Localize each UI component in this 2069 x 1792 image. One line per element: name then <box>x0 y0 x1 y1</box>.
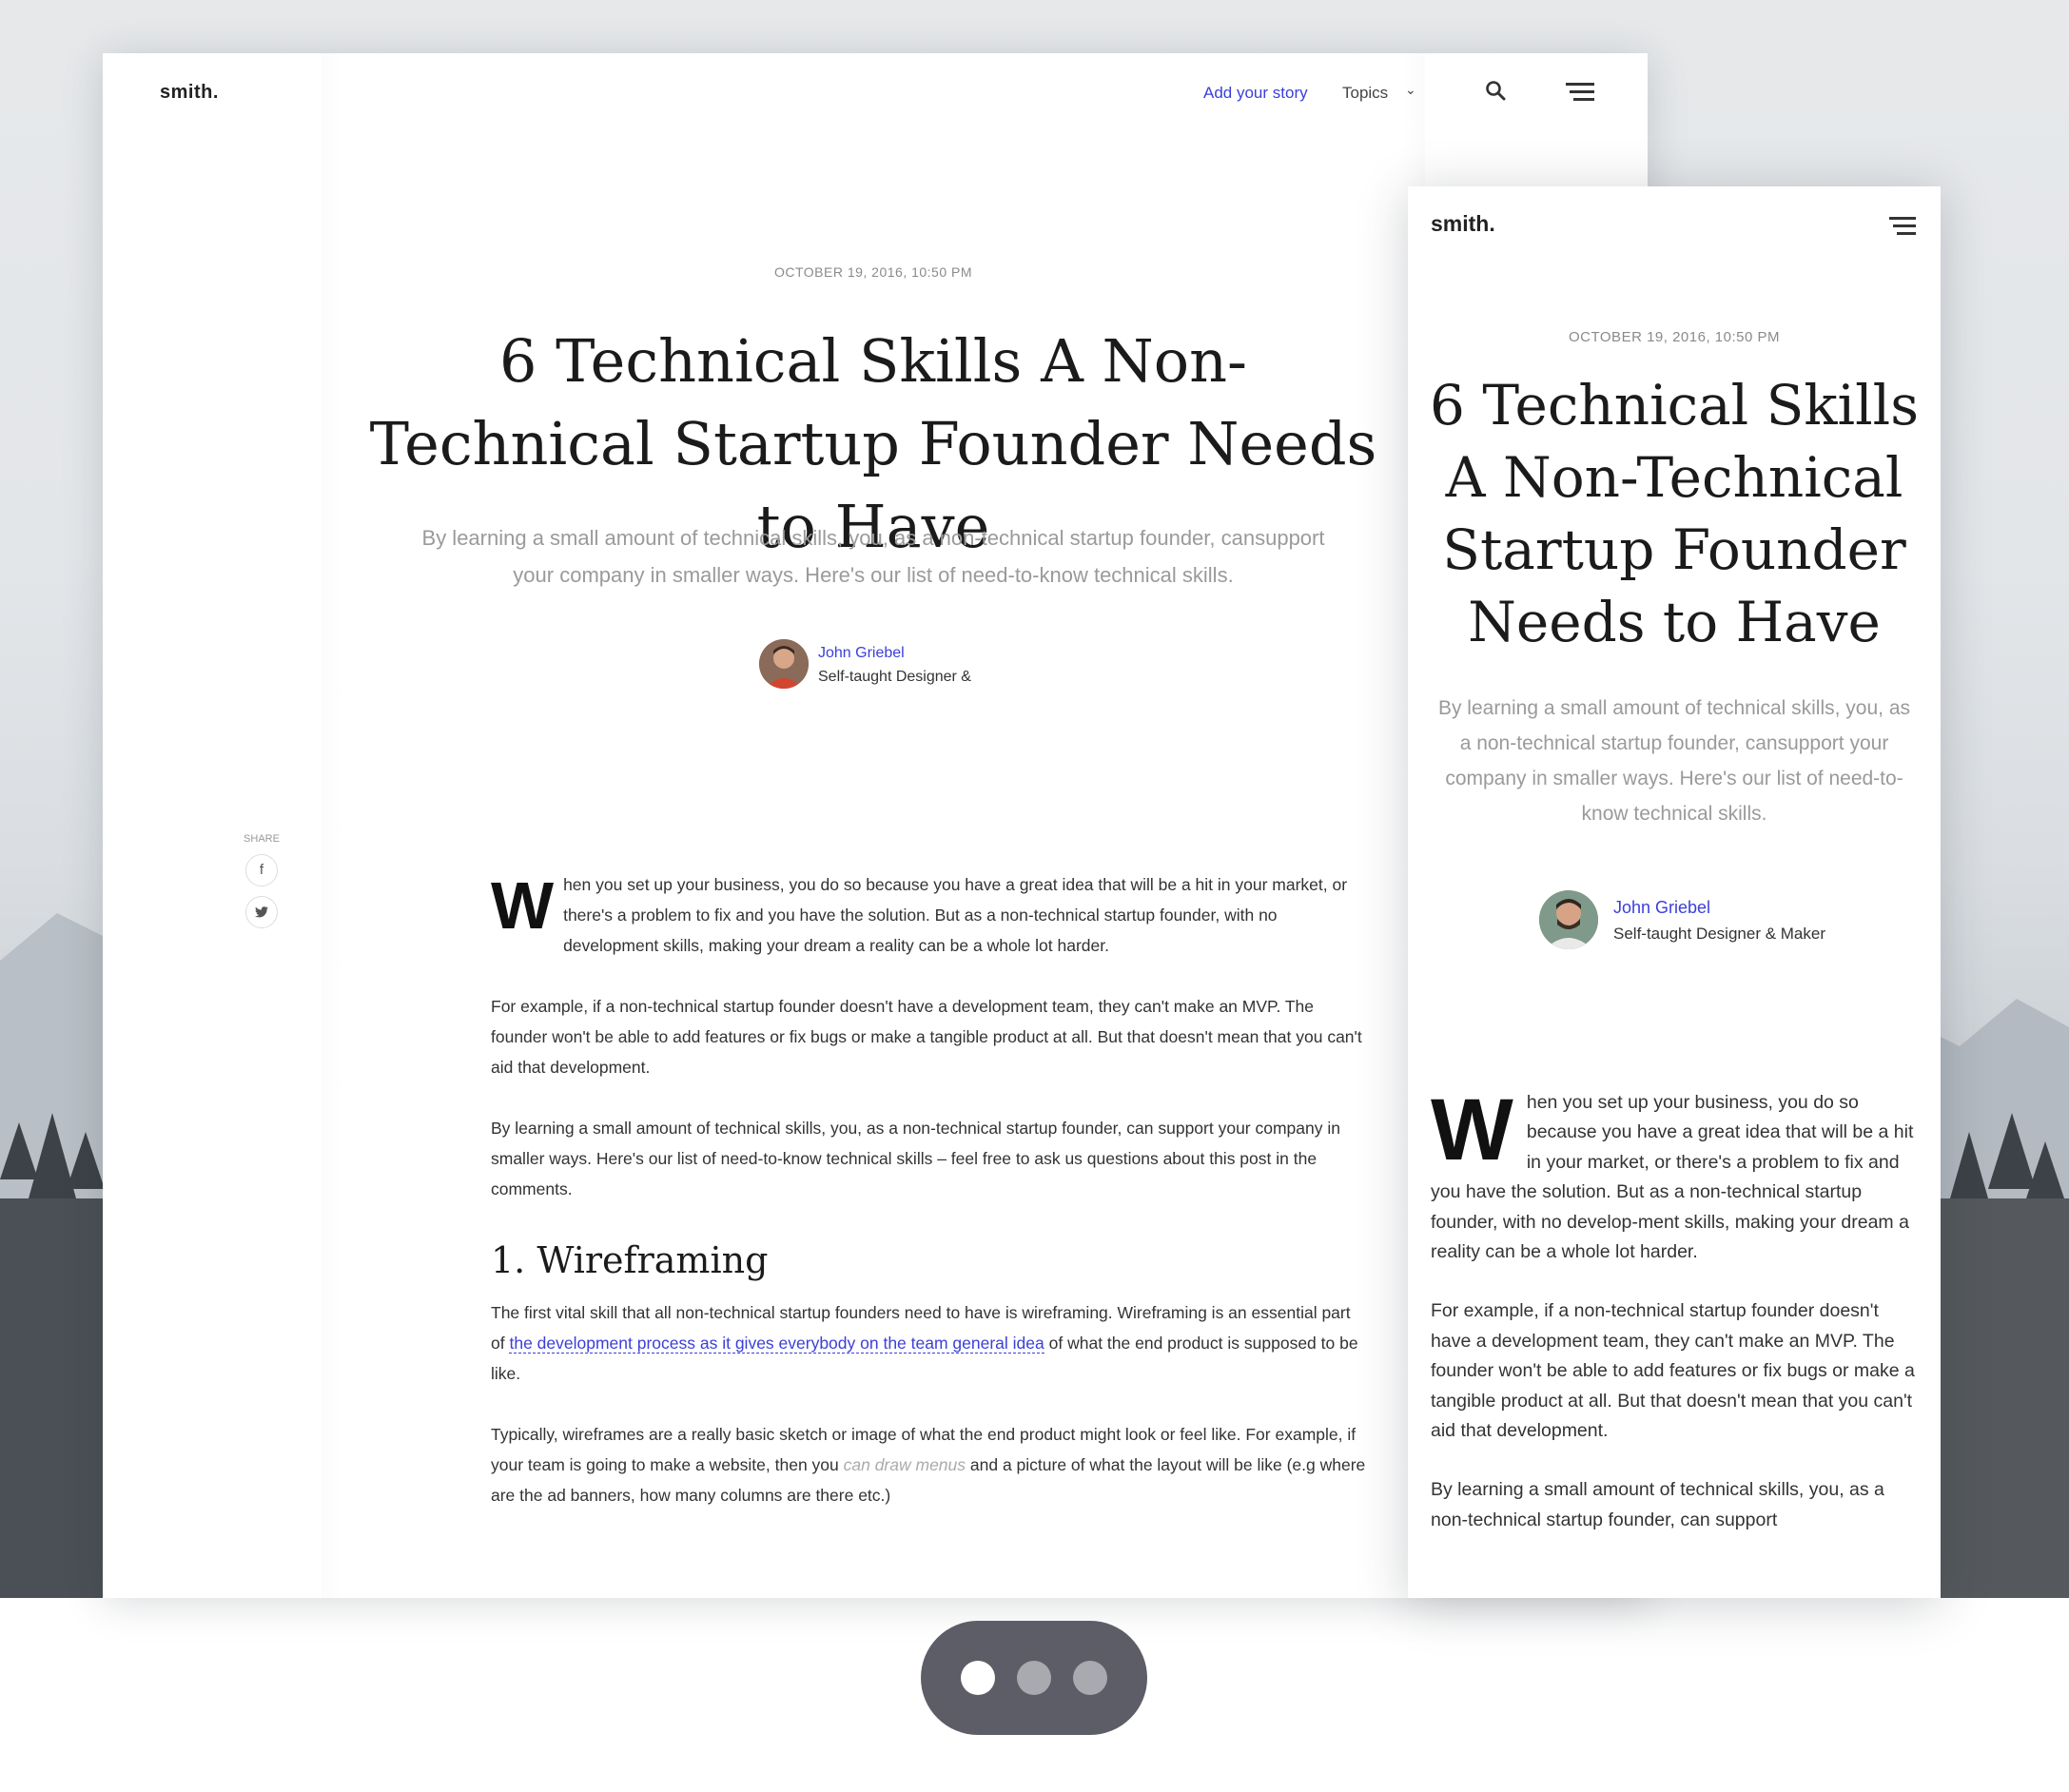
paragraph: Typically, wireframes are a really basic… <box>491 1419 1366 1510</box>
hamburger-menu-icon[interactable] <box>1889 215 1916 236</box>
section-heading: 1. Wireframing <box>491 1239 769 1281</box>
author-role: Self-taught Designer & <box>818 669 971 685</box>
author-block: John Griebel Self-taught Designer & Make… <box>1539 890 1853 951</box>
post-date: OCTOBER 19, 2016, 10:50 PM <box>1569 329 1780 345</box>
paragraph: When you set up your business, you do so… <box>491 869 1366 961</box>
mobile-article-preview: smith. OCTOBER 19, 2016, 10:50 PM 6 Tech… <box>1408 186 1941 1598</box>
article-title: 6 Technical Skills A Non-Technical Start… <box>1430 373 1919 654</box>
topics-dropdown[interactable]: Topics <box>1342 84 1388 103</box>
post-date: OCTOBER 19, 2016, 10:50 PM <box>773 264 973 280</box>
inline-link[interactable]: the development process as it gives ever… <box>509 1334 1044 1354</box>
paragraph-text: hen you set up your business, you do so … <box>563 875 1348 955</box>
article-body: When you set up your business, you do so… <box>491 869 1366 1541</box>
add-story-link[interactable]: Add your story <box>1203 84 1308 103</box>
author-role: Self-taught Designer & Maker <box>1613 925 1825 943</box>
drop-cap: W <box>1431 1081 1513 1178</box>
site-logo[interactable]: smith. <box>160 82 219 104</box>
author-name[interactable]: John Griebel <box>818 645 905 662</box>
article-lead: By learning a small amount of technical … <box>421 526 1325 587</box>
facebook-icon[interactable]: f <box>245 854 278 886</box>
inline-muted-link[interactable]: can draw menus <box>844 1455 966 1474</box>
paragraph: The first vital skill that all non-techn… <box>491 1297 1366 1389</box>
hamburger-menu-icon[interactable] <box>1566 81 1594 102</box>
carousel-dot[interactable] <box>1017 1661 1051 1695</box>
search-icon[interactable] <box>1484 79 1509 104</box>
chevron-down-icon[interactable]: ⌄ <box>1405 82 1416 98</box>
carousel-dot[interactable] <box>961 1661 995 1695</box>
paragraph: By learning a small amount of technical … <box>1431 1479 1884 1530</box>
avatar[interactable] <box>759 639 809 689</box>
paragraph: By learning a small amount of technical … <box>491 1119 1340 1198</box>
carousel-pagination <box>921 1621 1147 1735</box>
top-navbar: smith. Add your story Topics ⌄ <box>103 53 1648 129</box>
share-label: SHARE <box>244 833 280 845</box>
article-body: When you set up your business, you do so… <box>1431 1081 1918 1565</box>
site-logo[interactable]: smith. <box>1431 211 1495 237</box>
paragraph: For example, if a non-technical startup … <box>1431 1300 1915 1442</box>
paragraph: For example, if a non-technical startup … <box>491 997 1362 1077</box>
article-lead: By learning a small amount of technical … <box>1437 697 1911 825</box>
author-block: John Griebel Self-taught Designer & <box>759 639 1044 692</box>
avatar[interactable] <box>1539 890 1598 949</box>
paragraph: When you set up your business, you do so… <box>1431 1081 1918 1267</box>
author-name[interactable]: John Griebel <box>1613 898 1710 918</box>
share-bar: SHARE f <box>238 833 285 928</box>
twitter-icon[interactable] <box>245 896 278 928</box>
drop-cap: W <box>491 868 555 943</box>
carousel-dot[interactable] <box>1073 1661 1107 1695</box>
